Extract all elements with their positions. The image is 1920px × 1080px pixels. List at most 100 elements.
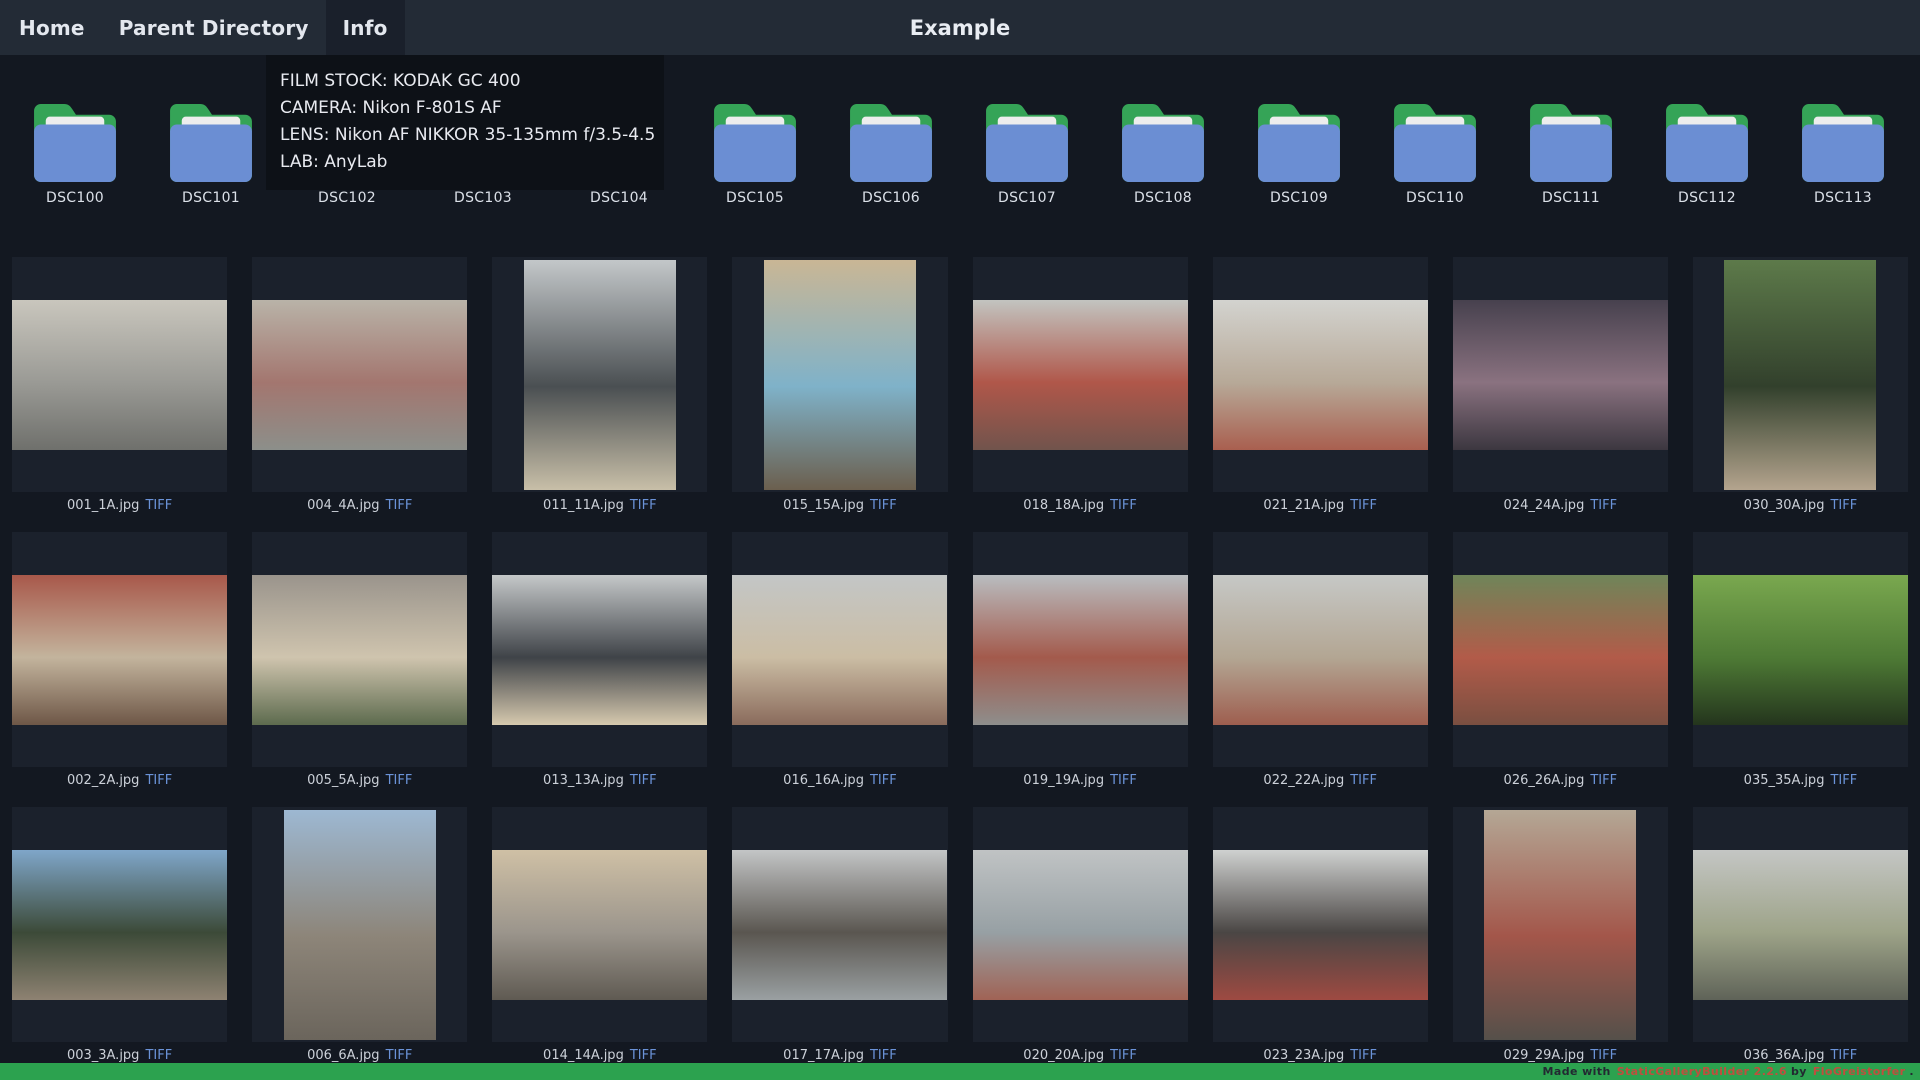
photo-tiff-link[interactable]: TIFF [1350, 1048, 1377, 1063]
photo-thumbnail[interactable] [12, 300, 227, 450]
photo-filename: 026_26A.jpg [1504, 773, 1585, 788]
photo-thumbnail[interactable] [732, 575, 947, 725]
photo-tiff-link[interactable]: TIFF [1590, 773, 1617, 788]
photo-thumbnail[interactable] [1693, 850, 1908, 1000]
nav-item-parent-directory[interactable]: Parent Directory [102, 0, 326, 55]
folder-item-dsc113[interactable]: DSC113 [1775, 104, 1911, 206]
thumbnail-caption: 030_30A.jpgTIFF [1693, 492, 1908, 519]
photo-tiff-link[interactable]: TIFF [1110, 773, 1137, 788]
thumbnail-background [1453, 807, 1668, 1042]
photo-tiff-link[interactable]: TIFF [630, 498, 657, 513]
folder-item-dsc100[interactable]: DSC100 [7, 104, 143, 206]
thumbnail-background [492, 532, 707, 767]
photo-thumbnail[interactable] [973, 300, 1188, 450]
photo-tiff-link[interactable]: TIFF [1350, 773, 1377, 788]
photo-thumbnail[interactable] [524, 260, 676, 490]
photo-tiff-link[interactable]: TIFF [870, 498, 897, 513]
photo-filename: 013_13A.jpg [543, 773, 624, 788]
photo-tiff-link[interactable]: TIFF [1590, 498, 1617, 513]
folder-label: DSC106 [862, 190, 920, 206]
photo-tiff-link[interactable]: TIFF [1110, 1048, 1137, 1063]
photo-thumbnail[interactable] [1213, 850, 1428, 1000]
photo-filename: 015_15A.jpg [783, 498, 864, 513]
folder-item-dsc108[interactable]: DSC108 [1095, 104, 1231, 206]
folder-item-dsc101[interactable]: DSC101 [143, 104, 279, 206]
photo-tiff-link[interactable]: TIFF [1830, 773, 1857, 788]
photo-thumbnail[interactable] [12, 575, 227, 725]
photo-tiff-link[interactable]: TIFF [1830, 1048, 1857, 1063]
folder-item-dsc105[interactable]: DSC105 [687, 104, 823, 206]
photo-tiff-link[interactable]: TIFF [386, 1048, 413, 1063]
folder-label: DSC102 [318, 190, 376, 206]
folder-item-dsc109[interactable]: DSC109 [1231, 104, 1367, 206]
photo-thumbnail[interactable] [492, 850, 707, 1000]
photo-tiff-link[interactable]: TIFF [630, 1048, 657, 1063]
photo-thumbnail[interactable] [1213, 300, 1428, 450]
photo-thumbnail[interactable] [973, 575, 1188, 725]
footer-tool-link[interactable]: StaticGalleryBuilder 2.2.6 [1617, 1065, 1787, 1078]
folder-label: DSC108 [1134, 190, 1192, 206]
folder-label: DSC104 [590, 190, 648, 206]
thumbnail-background [1693, 807, 1908, 1042]
photo-thumbnail[interactable] [252, 575, 467, 725]
photo-thumbnail[interactable] [1453, 575, 1668, 725]
gallery-cell: 011_11A.jpgTIFF [492, 257, 707, 519]
photo-tiff-link[interactable]: TIFF [1830, 498, 1857, 513]
thumbnail-background [1213, 532, 1428, 767]
folder-label: DSC111 [1542, 190, 1600, 206]
photo-thumbnail[interactable] [12, 850, 227, 1000]
folder-item-dsc112[interactable]: DSC112 [1639, 104, 1775, 206]
folder-item-dsc111[interactable]: DSC111 [1503, 104, 1639, 206]
photo-thumbnail[interactable] [764, 260, 916, 490]
folder-item-dsc110[interactable]: DSC110 [1367, 104, 1503, 206]
photo-tiff-link[interactable]: TIFF [1110, 498, 1137, 513]
gallery-cell: 006_6A.jpgTIFF [252, 807, 467, 1069]
photo-tiff-link[interactable]: TIFF [1350, 498, 1377, 513]
footer-author-link[interactable]: FloGreistorfer [1813, 1065, 1906, 1078]
photo-tiff-link[interactable]: TIFF [145, 1048, 172, 1063]
photo-tiff-link[interactable]: TIFF [145, 773, 172, 788]
folder-item-dsc107[interactable]: DSC107 [959, 104, 1095, 206]
folder-item-dsc106[interactable]: DSC106 [823, 104, 959, 206]
photo-tiff-link[interactable]: TIFF [870, 773, 897, 788]
photo-thumbnail[interactable] [1484, 810, 1636, 1040]
thumbnail-caption: 019_19A.jpgTIFF [973, 767, 1188, 794]
photo-thumbnail[interactable] [1213, 575, 1428, 725]
gallery-cell: 016_16A.jpgTIFF [732, 532, 947, 794]
photo-tiff-link[interactable]: TIFF [1590, 1048, 1617, 1063]
photo-thumbnail[interactable] [973, 850, 1188, 1000]
folder-icon [1529, 104, 1613, 182]
thumbnail-background [1453, 532, 1668, 767]
gallery-cell: 022_22A.jpgTIFF [1213, 532, 1428, 794]
folder-icon [1393, 104, 1477, 182]
nav-item-info[interactable]: Info [326, 0, 405, 55]
thumbnail-caption: 024_24A.jpgTIFF [1453, 492, 1668, 519]
photo-filename: 005_5A.jpg [307, 773, 380, 788]
photo-filename: 021_21A.jpg [1263, 498, 1344, 513]
photo-thumbnail[interactable] [1693, 575, 1908, 725]
photo-tiff-link[interactable]: TIFF [145, 498, 172, 513]
photo-tiff-link[interactable]: TIFF [386, 773, 413, 788]
photo-filename: 020_20A.jpg [1023, 1048, 1104, 1063]
folder-label: DSC107 [998, 190, 1056, 206]
gallery-cell: 017_17A.jpgTIFF [732, 807, 947, 1069]
thumbnail-background [1693, 257, 1908, 492]
photo-thumbnail[interactable] [492, 575, 707, 725]
info-tooltip-line: FILM STOCK: KODAK GC 400 [280, 68, 650, 95]
folder-label: DSC100 [46, 190, 104, 206]
photo-thumbnail[interactable] [732, 850, 947, 1000]
folder-label: DSC101 [182, 190, 240, 206]
gallery-cell: 002_2A.jpgTIFF [12, 532, 227, 794]
photo-tiff-link[interactable]: TIFF [630, 773, 657, 788]
photo-thumbnail[interactable] [1724, 260, 1876, 490]
photo-tiff-link[interactable]: TIFF [870, 1048, 897, 1063]
photo-tiff-link[interactable]: TIFF [386, 498, 413, 513]
nav-item-home[interactable]: Home [2, 0, 102, 55]
thumbnail-background [732, 807, 947, 1042]
thumbnail-caption: 004_4A.jpgTIFF [252, 492, 467, 519]
photo-thumbnail[interactable] [1453, 300, 1668, 450]
photo-thumbnail[interactable] [252, 300, 467, 450]
photo-thumbnail[interactable] [284, 810, 436, 1040]
gallery-cell: 023_23A.jpgTIFF [1213, 807, 1428, 1069]
footer-suffix: . [1909, 1065, 1914, 1078]
